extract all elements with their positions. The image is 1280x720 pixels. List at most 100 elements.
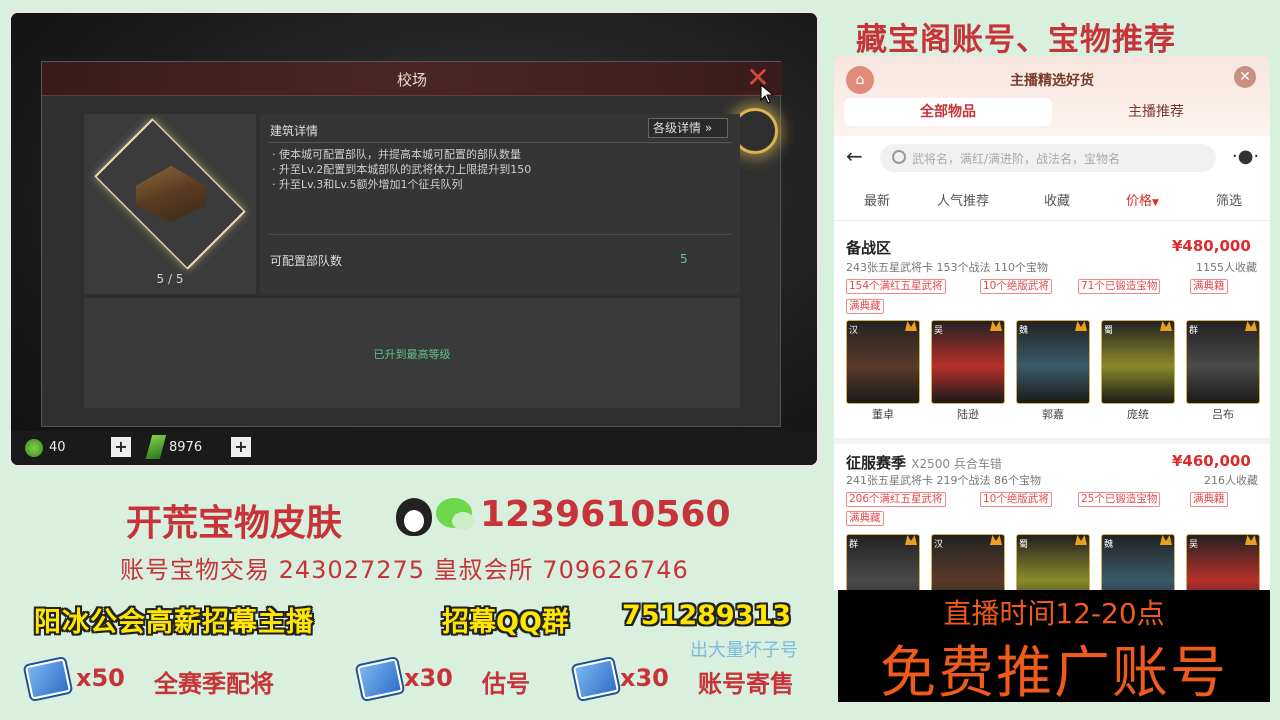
tab-all-items[interactable]: 全部物品 — [844, 98, 1052, 126]
listing-favorites: 1155人收藏 — [1196, 261, 1257, 274]
listing-tag: 71个已锻造宝物 — [1078, 279, 1161, 294]
crown-icon — [905, 321, 917, 331]
filter-price[interactable]: 价格▼ — [1126, 190, 1159, 209]
bonus-count: x30 — [620, 664, 669, 692]
hero-card[interactable]: 蜀 — [1101, 320, 1175, 404]
crown-icon — [1245, 535, 1257, 545]
hero-name: 董卓 — [872, 408, 894, 421]
crown-icon — [905, 535, 917, 545]
search-input[interactable]: 武将名，满红/满进阶，战法名，宝物名 — [880, 144, 1216, 172]
crown-icon — [1075, 321, 1087, 331]
level-detail-button[interactable]: 各级详情 » — [648, 118, 728, 138]
listing-title[interactable]: 征服赛季 X2500 兵合车错 — [846, 452, 1002, 473]
search-placeholder: 武将名，满红/满进阶，战法名，宝物名 — [912, 152, 1121, 166]
troop-count-value: 5 — [680, 252, 688, 266]
listing-tag: 206个满红五星武将 — [846, 492, 946, 507]
listing-price: ¥480,000 — [1172, 237, 1251, 255]
info-line: · 升至Lv.2配置到本城部队的武将体力上限提升到150 — [272, 163, 532, 176]
filter-screen[interactable]: 筛选 — [1216, 190, 1242, 209]
hero-name: 庞统 — [1127, 408, 1149, 421]
info-heading: 建筑详情 — [270, 124, 319, 138]
back-arrow-icon[interactable]: ← — [846, 146, 866, 166]
wechat-bubble-icon — [452, 512, 474, 530]
hero-faction: 群 — [849, 540, 859, 550]
contact-number: 1239610560 — [480, 494, 731, 535]
shop-panel: ⌂ 主播精选好货 ✕ 全部物品 主播推荐 ← 武将名，满红/满进阶，战法名，宝物… — [834, 56, 1270, 590]
filter-popular[interactable]: 人气推荐 — [937, 190, 989, 209]
hero-card[interactable]: 蜀 — [1016, 534, 1090, 590]
contact-prefix: 开荒宝物皮肤 — [126, 503, 343, 544]
crown-icon — [1160, 321, 1172, 331]
more-icon[interactable]: ·●· — [1232, 146, 1259, 167]
promo-main: 免费推广账号 — [880, 641, 1228, 706]
hero-faction: 魏 — [1019, 326, 1029, 336]
jade-amount: 40 — [49, 440, 66, 455]
shop-header: ⌂ 主播精选好货 ✕ 全部物品 主播推荐 — [834, 56, 1270, 136]
recruit-group-label: 招幕QQ群 — [442, 607, 569, 638]
add-jade-button[interactable]: + — [111, 437, 131, 457]
filter-newest[interactable]: 最新 — [864, 190, 890, 209]
listing-meta: 241张五星武将卡 219个战法 86个宝物 — [846, 474, 1041, 487]
hero-faction: 吴 — [934, 326, 944, 336]
bonus-label: 账号寄售 — [698, 670, 794, 698]
listing-tag: 满典藏 — [846, 511, 884, 526]
filter-price-label: 价格 — [1126, 194, 1153, 209]
crown-icon — [990, 321, 1002, 331]
dialog-header: 校场 ✕ — [42, 62, 782, 96]
hero-card[interactable]: 汉 — [931, 534, 1005, 590]
hero-card[interactable]: 汉 — [846, 320, 920, 404]
tab-recommend[interactable]: 主播推荐 — [1052, 98, 1260, 126]
shop-title: 主播精选好货 — [1010, 73, 1094, 89]
divider — [268, 142, 732, 143]
building-info-panel: 建筑详情 各级详情 » · 使本城可配置部队，并提高本城可配置的部队数量 · 升… — [260, 114, 740, 294]
hero-card[interactable]: 群 — [1186, 320, 1260, 404]
hero-card[interactable]: 群 — [846, 534, 920, 590]
listing-tag: 10个绝版武将 — [980, 279, 1052, 294]
listing-title-text: 征服赛季 — [846, 454, 907, 472]
bad-account-text: 出大量坏子号 — [690, 640, 798, 661]
qq-penguin-belly — [404, 510, 424, 532]
mouse-cursor-icon — [760, 84, 775, 104]
hero-name: 郭嘉 — [1042, 408, 1064, 421]
filter-favorite[interactable]: 收藏 — [1044, 190, 1070, 209]
hero-faction: 吴 — [1189, 540, 1199, 550]
hero-faction: 魏 — [1104, 540, 1114, 550]
listing-tag: 154个满红五星武将 — [846, 279, 946, 294]
recruit-group-number: 751289313 — [622, 600, 792, 631]
card-icon — [572, 658, 620, 700]
listing-favorites: 216人收藏 — [1204, 474, 1258, 487]
card-icon — [24, 658, 72, 700]
hero-name: 陆逊 — [957, 408, 979, 421]
add-crystal-button[interactable]: + — [231, 437, 251, 457]
promo-box: 直播时间12-20点 免费推广账号 — [838, 590, 1270, 706]
building-preview: 5 / 5 — [84, 114, 256, 294]
resource-bar: 40 + 8976 + — [11, 431, 817, 465]
close-icon[interactable]: ✕ — [1234, 66, 1256, 88]
crystal-icon — [145, 435, 167, 459]
hero-card[interactable]: 吴 — [1186, 534, 1260, 590]
listing-price: ¥460,000 — [1172, 452, 1251, 470]
hero-faction: 群 — [1189, 326, 1199, 336]
info-line: · 升至Lv.3和Lv.5额外增加1个征兵队列 — [272, 178, 463, 191]
search-icon — [892, 150, 906, 164]
listing-title[interactable]: 备战区 — [846, 237, 891, 258]
hero-card[interactable]: 魏 — [1101, 534, 1175, 590]
info-line: · 使本城可配置部队，并提高本城可配置的部队数量 — [272, 148, 521, 161]
listing-subtitle: X2500 兵合车错 — [911, 457, 1002, 471]
crown-icon — [1245, 321, 1257, 331]
hero-faction: 蜀 — [1019, 540, 1029, 550]
listing-tag: 满典籍 — [1190, 492, 1228, 507]
crown-icon — [1160, 535, 1172, 545]
hero-card[interactable]: 吴 — [931, 320, 1005, 404]
hero-name: 吕布 — [1212, 408, 1234, 421]
bonus-count: x30 — [404, 664, 453, 692]
bonus-label: 估号 — [482, 670, 530, 698]
divider — [268, 234, 732, 235]
dialog-title: 校场 — [396, 71, 427, 89]
upgrade-panel: 已升到最高等级 — [84, 298, 740, 408]
card-icon — [356, 658, 404, 700]
hero-card[interactable]: 魏 — [1016, 320, 1090, 404]
hero-faction: 汉 — [849, 326, 859, 336]
hero-faction: 汉 — [934, 540, 944, 550]
bonus-count: x50 — [76, 664, 125, 692]
